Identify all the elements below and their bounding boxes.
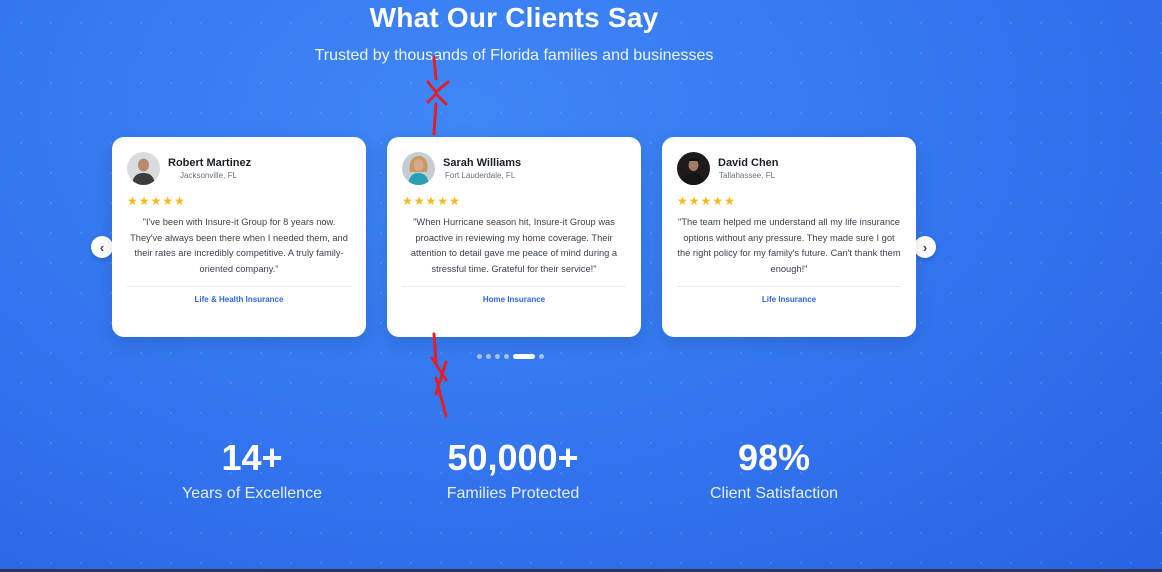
stat-label-satisfaction: Client Satisfaction (709, 485, 839, 502)
pagination-dot[interactable] (539, 354, 544, 359)
section-subtitle: Trusted by thousands of Florida families… (314, 47, 714, 64)
star-rating: ★ ★ ★ ★ ★ (402, 194, 460, 208)
testimonial-card: Sarah Williams Fort Lauderdale, FL ★ ★ ★… (387, 137, 641, 337)
insurance-type-link[interactable]: Life Insurance (662, 295, 916, 304)
card-divider (677, 286, 901, 287)
star-icon: ★ (677, 194, 688, 208)
chevron-right-icon: › (922, 239, 928, 255)
stat-label-families: Families Protected (446, 485, 580, 502)
carousel-prev-button[interactable]: ‹ (91, 236, 113, 258)
star-icon: ★ (402, 194, 413, 208)
insurance-type-link[interactable]: Home Insurance (387, 295, 641, 304)
star-icon: ★ (688, 194, 700, 208)
card-divider (127, 286, 351, 287)
star-icon: ★ (449, 194, 460, 208)
star-icon: ★ (162, 194, 174, 208)
reviewer-name: Sarah Williams (443, 157, 522, 169)
star-icon: ★ (425, 194, 437, 208)
star-icon: ★ (700, 194, 712, 208)
star-icon: ★ (174, 194, 185, 208)
star-rating: ★ ★ ★ ★ ★ (127, 194, 185, 208)
carousel-next-button[interactable]: › (914, 236, 936, 258)
testimonial-quote: "I've been with Insure-it Group for 8 ye… (130, 217, 348, 274)
reviewer-location: Fort Lauderdale, FL (445, 171, 516, 180)
avatar (677, 152, 710, 185)
star-icon: ★ (712, 194, 724, 208)
pagination-dot[interactable] (477, 354, 482, 359)
pagination-dot[interactable] (504, 354, 509, 359)
star-rating: ★ ★ ★ ★ ★ (677, 194, 735, 208)
pagination-dot[interactable] (486, 354, 491, 359)
chevron-left-icon: ‹ (99, 239, 105, 255)
star-icon: ★ (724, 194, 735, 208)
stat-value-satisfaction: 98% (737, 437, 811, 478)
insurance-type-link[interactable]: Life & Health Insurance (112, 295, 366, 304)
testimonial-quote: "The team helped me understand all my li… (677, 217, 901, 274)
avatar (402, 152, 435, 185)
section-title: What Our Clients Say (369, 2, 659, 33)
testimonial-quote: "When Hurricane season hit, Insure-it Gr… (410, 217, 618, 274)
stat-value-years: 14+ (221, 437, 283, 478)
avatar (127, 152, 160, 185)
reviewer-location: Tallahassee, FL (719, 171, 776, 180)
stat-value-families: 50,000+ (447, 437, 579, 478)
pagination-dot[interactable] (495, 354, 500, 359)
carousel-pagination (477, 354, 544, 359)
star-icon: ★ (150, 194, 162, 208)
card-divider (402, 286, 626, 287)
testimonial-card: David Chen Tallahassee, FL ★ ★ ★ ★ ★ "Th… (662, 137, 916, 337)
star-icon: ★ (413, 194, 425, 208)
reviewer-name: Robert Martinez (168, 157, 252, 169)
testimonial-card: Robert Martinez Jacksonville, FL ★ ★ ★ ★… (112, 137, 366, 337)
reviewer-name: David Chen (718, 157, 779, 169)
star-icon: ★ (437, 194, 449, 208)
star-icon: ★ (127, 194, 138, 208)
reviewer-location: Jacksonville, FL (180, 171, 237, 180)
pagination-dot-active[interactable] (513, 354, 535, 359)
stat-label-years: Years of Excellence (182, 485, 322, 502)
star-icon: ★ (138, 194, 150, 208)
